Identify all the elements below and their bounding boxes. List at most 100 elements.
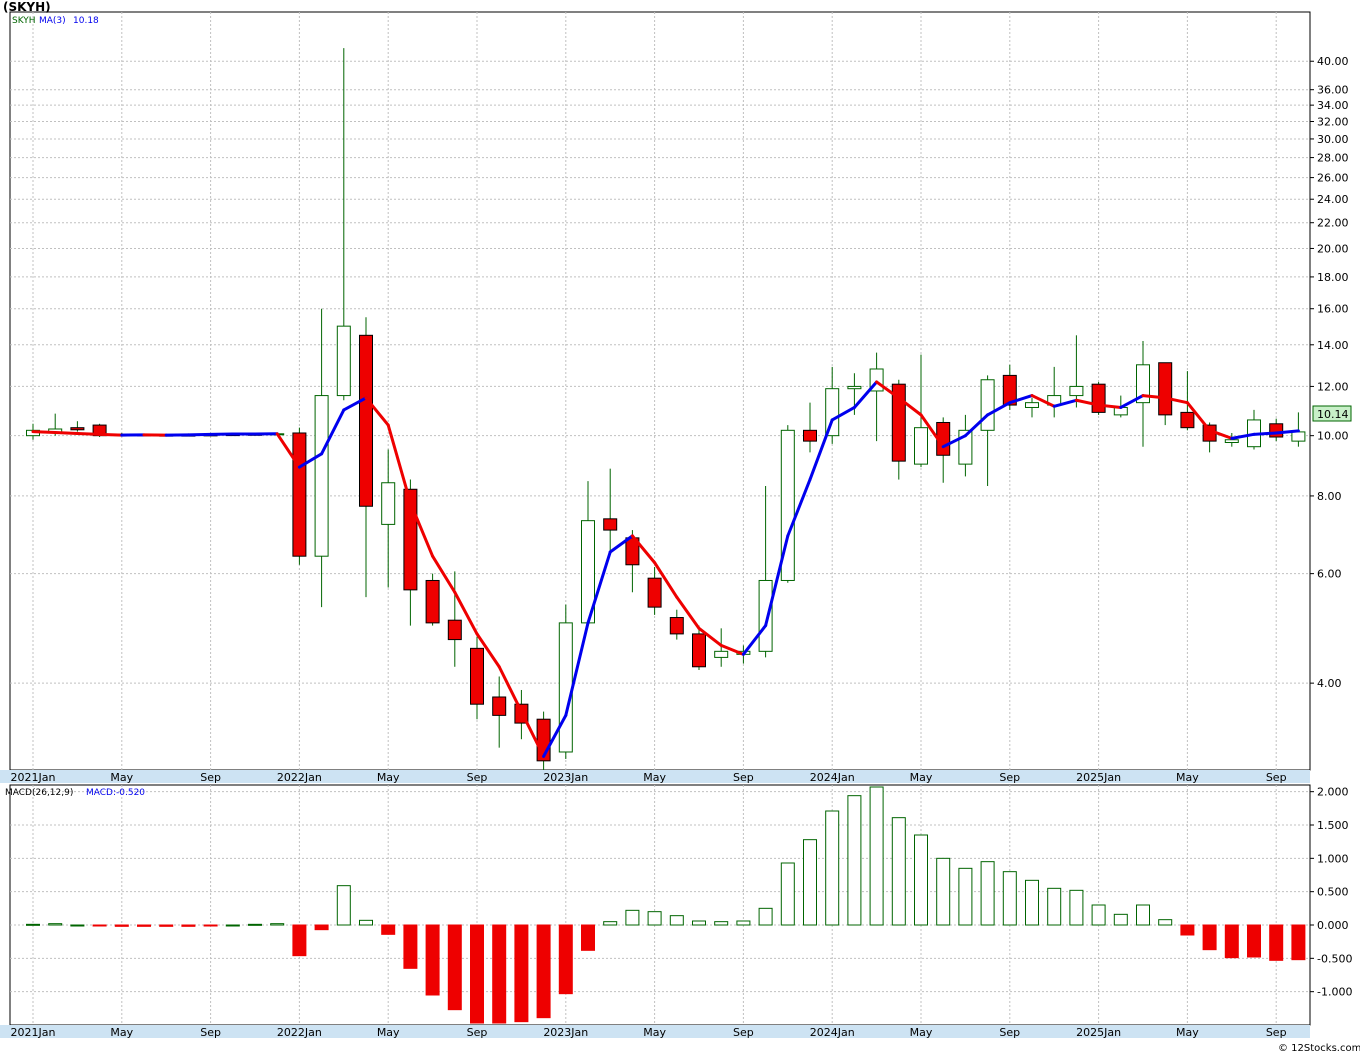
candle-body [470, 647, 484, 705]
macd-bar [1202, 924, 1217, 951]
macd-bar [536, 924, 551, 1019]
legend-ma: MA(3) [39, 16, 66, 26]
price-x-tick-label: May [910, 771, 933, 784]
candle-body [603, 518, 618, 531]
macd-bar [1269, 924, 1284, 961]
candle-body [336, 325, 351, 397]
macd-bar [159, 924, 174, 927]
macd-bar [26, 923, 40, 926]
macd-bar [714, 921, 729, 926]
macd-bar [114, 924, 129, 927]
macd-bar [958, 867, 973, 926]
candle-body [359, 334, 373, 507]
ma3-segment [186, 432, 213, 437]
macd-bar [825, 810, 840, 926]
macd-x-tick-label: Sep [467, 1026, 488, 1039]
price-y-tick-label: 32.00 [1317, 116, 1349, 129]
candle-body [1180, 411, 1195, 429]
price-x-tick-label: May [110, 771, 133, 784]
macd-bar [1047, 887, 1062, 926]
candle-body [425, 579, 440, 624]
macd-x-tick-label: May [1176, 1026, 1199, 1039]
macd-bar [1069, 889, 1084, 926]
macd-bar [603, 921, 618, 926]
macd-y-tick-label: 1.000 [1317, 852, 1349, 865]
price-x-tick-label: 2023Jan [543, 771, 588, 784]
price-y-tick-label: 10.00 [1317, 430, 1349, 443]
macd-bar [70, 924, 85, 927]
stock-chart: (SKYH) 4.006.008.0010.0012.0014.0016.001… [0, 0, 1360, 1056]
ma3-segment [31, 430, 57, 434]
macd-x-tick-label: May [110, 1026, 133, 1039]
ma3-segment [1274, 429, 1300, 435]
price-x-tick-label: May [1176, 771, 1199, 784]
macd-bar [692, 920, 706, 926]
macd-bar [336, 885, 351, 926]
macd-bar [137, 924, 151, 927]
macd-label: MACD(26,12,9) [5, 788, 73, 798]
macd-bar [936, 857, 951, 926]
legend-symbol: SKYH [12, 16, 36, 26]
macd-bar [1224, 924, 1239, 959]
macd-bar [203, 924, 218, 927]
candle-body [1069, 385, 1084, 397]
price-x-tick-label: 2025Jan [1076, 771, 1121, 784]
macd-bar [1091, 904, 1106, 926]
price-x-tick-label: Sep [467, 771, 488, 784]
macd-bar [514, 924, 529, 1023]
price-y-tick-label: 34.00 [1317, 99, 1349, 112]
price-y-tick-label: 12.00 [1317, 380, 1349, 393]
price-y-tick-label: 18.00 [1317, 271, 1349, 284]
candle-body [292, 432, 307, 557]
candle-body [492, 696, 507, 716]
candle-body [914, 427, 928, 465]
macd-bar [1180, 924, 1195, 936]
candle-body [714, 650, 729, 658]
macd-y-tick-label: 0.500 [1317, 886, 1349, 899]
candle-body [669, 617, 684, 635]
candle-body [447, 619, 462, 641]
price-y-tick-label: 4.00 [1317, 677, 1342, 690]
candle-body [980, 379, 995, 431]
ma3-segment [1252, 431, 1278, 436]
macd-bar [314, 924, 329, 931]
macd-y-tick-label: 0.000 [1317, 919, 1349, 932]
macd-x-tick-label: May [377, 1026, 400, 1039]
candle-body [558, 622, 573, 753]
macd-x-axis: 2021Jan May Sep 2022Jan May Sep 2023Jan May Sep 2… [0, 1025, 1310, 1039]
macd-bar [1113, 913, 1128, 926]
macd-x-tick-label: 2024Jan [810, 1026, 855, 1039]
macd-x-tick-label: Sep [999, 1026, 1020, 1039]
price-x-tick-label: 2021Jan [11, 771, 56, 784]
candle-body [381, 482, 396, 525]
macd-bar [181, 924, 196, 927]
legend-ma-value: 10.18 [73, 16, 99, 26]
last-price-label: 10.14 [1317, 408, 1349, 421]
macd-bar [1158, 919, 1173, 926]
price-y-tick-label: 6.00 [1317, 568, 1342, 581]
price-y-tick-label: 8.00 [1317, 490, 1342, 503]
price-x-tick-label: Sep [999, 771, 1020, 784]
candle-body [847, 385, 862, 390]
macd-y-tick-label: 1.500 [1317, 819, 1349, 832]
macd-bar [248, 923, 262, 926]
macd-bar [92, 924, 107, 927]
price-y-tick-label: 26.00 [1317, 172, 1349, 185]
macd-bar [492, 924, 507, 1024]
macd-x-tick-label: 2022Jan [277, 1026, 322, 1039]
candle-body [70, 427, 85, 431]
macd-bar [292, 924, 307, 957]
macd-x-tick-label: 2021Jan [11, 1026, 56, 1039]
macd-bar [359, 919, 373, 926]
macd-bar [1247, 924, 1261, 958]
candle-body [1025, 402, 1039, 408]
macd-y-tick-label: -1.000 [1317, 986, 1352, 999]
ma3-segment [98, 432, 124, 437]
macd-bar [780, 862, 795, 926]
price-x-tick-label: 2024Jan [810, 771, 855, 784]
macd-bar [447, 924, 462, 1011]
macd-bar [736, 920, 751, 926]
macd-x-tick-label: Sep [733, 1026, 754, 1039]
macd-bar [403, 924, 418, 969]
candle-body [314, 395, 329, 557]
